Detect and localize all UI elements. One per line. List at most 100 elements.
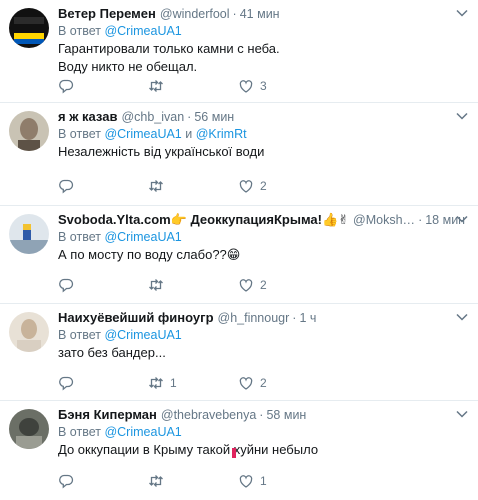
timestamp[interactable]: 1 ч [299,310,316,326]
reply-prefix: В ответ [58,425,101,439]
tweet-actions: 3 [58,78,464,94]
retweet-icon [149,80,163,92]
tweet-text-line: Гарантировали только камни с неба. [58,41,280,56]
tweet-feed: Ветер Перемен @winderfool · 41 мин В отв… [0,0,478,500]
retweet-count: 1 [170,376,177,390]
reply-mention[interactable]: @CrimeaUA1 [104,328,181,342]
tweet-text-line: До оккупации в Крыму такой хуйни небыло [58,442,319,457]
reply-icon [59,474,74,489]
reply-button[interactable] [58,78,148,94]
like-icon [239,279,253,292]
avatar[interactable] [9,312,49,352]
reply-icon [59,278,74,293]
tweet[interactable]: Бэня Киперман @thebravebenya · 58 мин В … [0,401,478,500]
reply-prefix: В ответ [58,24,101,38]
tweet-text-line: зато без бандер... [58,345,166,360]
avatar[interactable] [9,111,49,151]
tweet-actions: 2 [58,277,464,293]
like-button[interactable]: 2 [238,375,328,391]
like-button[interactable]: 2 [238,178,328,194]
like-icon [239,377,253,390]
reply-prefix: В ответ [58,127,101,141]
reply-mention[interactable]: @CrimeaUA1 [104,127,181,141]
tweet-text: зато без бандер... [58,344,464,362]
timestamp[interactable]: 56 мин [194,109,234,125]
author-name[interactable]: Бэня Киперман [58,407,157,423]
author-handle[interactable]: @thebravebenya [161,407,256,423]
chevron-down-icon[interactable] [456,215,470,225]
timestamp[interactable]: 41 мин [240,6,280,22]
like-icon [239,475,253,488]
like-icon [239,80,253,93]
like-button[interactable]: 3 [238,78,328,94]
retweet-button[interactable]: 1 [148,375,238,391]
reply-context: В ответ @CrimeaUA1 [58,23,464,40]
timestamp[interactable]: 58 мин [266,407,306,423]
tweet[interactable]: Ветер Перемен @winderfool · 41 мин В отв… [0,0,478,103]
reply-prefix: В ответ [58,230,101,244]
separator-dot: · [187,110,192,124]
reply-button[interactable] [58,277,148,293]
reply-context: В ответ @CrimeaUA1 [58,424,464,441]
chevron-down-icon[interactable] [456,9,470,19]
reply-joiner: и [185,127,193,141]
tweet[interactable]: Svoboda.Ylta.com👉 ДеоккупацияКрыма!👍✌ @M… [0,206,478,304]
tweet[interactable]: я ж казав @chb_ivan · 56 мин В ответ @Cr… [0,103,478,206]
reply-button[interactable] [58,375,148,391]
avatar[interactable] [9,8,49,48]
separator-dot: · [418,213,423,227]
like-count: 3 [260,79,267,93]
reply-mention[interactable]: @CrimeaUA1 [104,24,181,38]
author-name[interactable]: я ж казав [58,109,117,125]
retweet-icon [149,475,163,487]
separator-dot: · [259,408,264,422]
tweet-text-line: Незалежність від української води [58,144,265,159]
tweet-actions: 1 [58,473,464,489]
tweet-text-line: Воду никто не обещал. [58,59,198,74]
tweet-text: Гарантировали только камни с неба. Воду … [58,40,464,76]
like-icon [239,180,253,193]
reply-mention[interactable]: @CrimeaUA1 [104,425,181,439]
like-count: 2 [260,376,267,390]
like-button[interactable]: 2 [238,277,328,293]
retweet-icon [149,279,163,291]
avatar[interactable] [9,214,49,254]
tweet-actions: 1 2 [58,375,464,391]
reply-mention[interactable]: @CrimeaUA1 [104,230,181,244]
author-name[interactable]: Наихуёвейший финоугр [58,310,214,326]
chevron-down-icon[interactable] [456,112,470,122]
author-handle[interactable]: @chb_ivan [121,109,184,125]
author-handle[interactable]: @winderfool [160,6,230,22]
tweet-text: А по мосту по воду слабо??😁 [58,246,464,264]
chevron-down-icon[interactable] [456,313,470,323]
tweet[interactable]: Наихуёвейший финоугр @h_finnougr · 1 ч В… [0,304,478,401]
separator-dot: · [232,7,237,21]
retweet-button[interactable] [148,78,238,94]
reply-icon [59,179,74,194]
like-count: 2 [260,179,267,193]
author-handle[interactable]: @Moksh… [353,212,415,228]
author-name[interactable]: Svoboda.Ylta.com👉 ДеоккупацияКрыма!👍✌ [58,212,349,228]
author-handle[interactable]: @h_finnougr [218,310,290,326]
retweet-icon [149,377,163,389]
like-button[interactable]: 1 [238,473,328,489]
tweet-text: До оккупации в Крыму такой хуйни небыло [58,441,464,459]
retweet-button[interactable] [148,277,238,293]
reply-mention[interactable]: @KrimRt [196,127,247,141]
avatar[interactable] [9,409,49,449]
tweet-text: Незалежність від української води [58,143,464,161]
reply-prefix: В ответ [58,328,101,342]
reply-button[interactable] [58,178,148,194]
mouse-cursor [232,448,236,458]
like-count: 2 [260,278,267,292]
reply-context: В ответ @CrimeaUA1 и @KrimRt [58,126,464,143]
reply-icon [59,79,74,94]
retweet-button[interactable] [148,473,238,489]
tweet-text-line: А по мосту по воду слабо??😁 [58,247,241,262]
like-count: 1 [260,474,267,488]
retweet-icon [149,180,163,192]
chevron-down-icon[interactable] [456,410,470,420]
reply-button[interactable] [58,473,148,489]
author-name[interactable]: Ветер Перемен [58,6,156,22]
retweet-button[interactable] [148,178,238,194]
